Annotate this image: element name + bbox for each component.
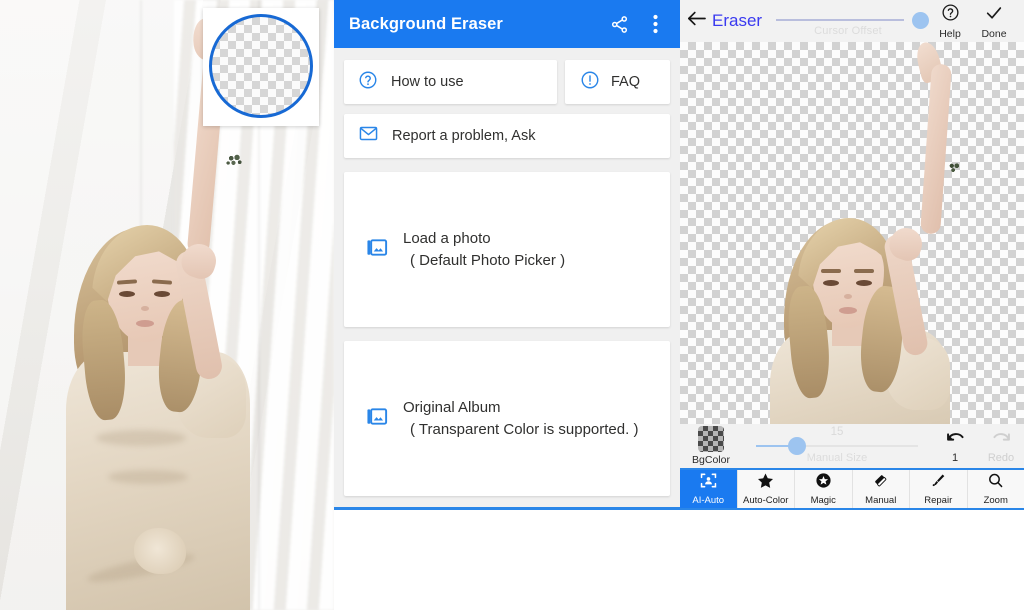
load-photo-title: Load a photo (403, 230, 491, 248)
tab-manual[interactable]: Manual (852, 470, 910, 508)
eye (823, 280, 839, 286)
top-action-row: How to use FAQ (334, 48, 680, 104)
undo-count: 1 (951, 451, 959, 464)
photo-library-icon (366, 236, 389, 264)
lips (839, 307, 857, 314)
star-icon (756, 472, 775, 494)
manual-size-value: 15 (830, 426, 844, 438)
photo-preview-panel[interactable] (0, 0, 334, 610)
cursor-offset-caption: Cursor Offset (814, 25, 882, 37)
report-problem-label: Report a problem, Ask (392, 128, 536, 144)
manual-size-caption: Manual Size (806, 452, 868, 464)
screenshot-root: Background Eraser How to use FAQ Report … (0, 0, 1024, 610)
editor-tab-bar: AI-Auto Auto-Color Magic Manual Repair Z… (680, 468, 1024, 510)
eyebrow (821, 269, 841, 273)
mail-icon (358, 123, 379, 149)
magic-star-circle-icon (814, 472, 833, 494)
eye (119, 291, 135, 297)
manual-size-track-rest (804, 445, 918, 447)
cut-raised-arm (920, 63, 952, 235)
arrow-left-icon (686, 10, 707, 32)
eyebrow (854, 269, 874, 273)
tab-label: Repair (924, 495, 953, 506)
editor-tool-bar: BgColor 15 Manual Size 1 Redo (680, 424, 1024, 468)
app-bar-actions (604, 9, 670, 39)
eye (856, 280, 872, 286)
redo-icon (990, 429, 1013, 451)
fabric-fold (96, 430, 186, 446)
eye (154, 291, 170, 297)
transparent-canvas[interactable] (680, 42, 1024, 424)
tab-ai-auto[interactable]: AI-Auto (680, 470, 738, 508)
done-label: Done (981, 27, 1007, 40)
tab-label: Auto-Color (743, 495, 789, 506)
original-album-title: Original Album (403, 399, 501, 417)
tab-magic[interactable]: Magic (795, 470, 853, 508)
help-label: Help (939, 27, 961, 40)
undo-button[interactable]: 1 (932, 429, 978, 464)
tab-label: Zoom (983, 495, 1008, 506)
app-bar: Background Eraser (334, 0, 680, 48)
more-vert-icon[interactable] (640, 9, 670, 39)
report-problem-button[interactable]: Report a problem, Ask (344, 114, 670, 158)
editor-top-bar: Eraser Cursor Offset Help Done (680, 0, 1024, 42)
help-button[interactable]: Help (928, 3, 972, 40)
original-album-card[interactable]: Original Album ( Transparent Color is su… (344, 341, 670, 496)
eraser-editor-panel: Eraser Cursor Offset Help Done BgColor 1… (680, 0, 1024, 610)
original-album-subtitle: ( Transparent Color is supported. ) (410, 420, 639, 438)
face-focus-icon (699, 472, 718, 494)
nose (844, 294, 852, 299)
app-title: Background Eraser (349, 14, 503, 33)
load-photo-subtitle: ( Default Photo Picker ) (410, 251, 566, 269)
faq-button[interactable]: FAQ (565, 60, 670, 104)
nose (141, 306, 149, 311)
tab-repair[interactable]: Repair (910, 470, 968, 508)
eyebrow (151, 279, 173, 285)
menu-scroll-area: Background Eraser How to use FAQ Report … (334, 0, 680, 509)
editor-title: Eraser (712, 11, 763, 30)
tab-auto-color[interactable]: Auto-Color (737, 470, 795, 508)
back-button[interactable]: Eraser (686, 10, 768, 32)
original-album-text: Original Album ( Transparent Color is su… (403, 397, 638, 440)
bgcolor-button[interactable]: BgColor (680, 426, 742, 466)
magnifier-icon (986, 472, 1005, 494)
cursor-offset-slider[interactable]: Cursor Offset (768, 0, 929, 42)
check-icon (984, 3, 1004, 27)
load-photo-text: Load a photo ( Default Photo Picker ) (403, 228, 565, 271)
tab-label: AI-Auto (692, 495, 725, 506)
bgcolor-label: BgColor (692, 454, 730, 466)
magnifier-circle-preview (209, 14, 313, 118)
fabric-fold (108, 470, 188, 484)
done-button[interactable]: Done (972, 3, 1016, 40)
tab-label: Manual (865, 495, 897, 506)
help-circle-icon (941, 3, 960, 27)
lips (136, 320, 154, 327)
load-photo-card[interactable]: Load a photo ( Default Photo Picker ) (344, 172, 670, 327)
editor-bottom-space (680, 512, 1024, 610)
cursor-offset-track (776, 19, 904, 21)
undo-icon (944, 429, 967, 451)
cut-arm-tattoo (943, 158, 965, 178)
help-circle-icon (358, 70, 378, 95)
faq-label: FAQ (611, 74, 641, 90)
how-to-use-button[interactable]: How to use (344, 60, 557, 104)
share-icon[interactable] (604, 9, 634, 39)
eraser-icon (871, 472, 890, 494)
brush-icon (929, 472, 948, 494)
tab-label: Magic (810, 495, 836, 506)
manual-size-slider[interactable]: 15 Manual Size (742, 424, 932, 468)
arm-tattoo (222, 149, 248, 173)
menu-panel: Background Eraser How to use FAQ Report … (334, 0, 680, 610)
eyebrow (116, 279, 138, 285)
checkerboard-swatch (698, 426, 724, 452)
redo-label: Redo (987, 451, 1015, 464)
menu-bottom-space (334, 510, 680, 610)
dress-knot (134, 528, 186, 574)
tab-zoom[interactable]: Zoom (967, 470, 1024, 508)
redo-button[interactable]: Redo (978, 429, 1024, 464)
how-to-use-label: How to use (391, 74, 464, 90)
exclamation-circle-icon (580, 70, 600, 95)
photo-library-icon (366, 405, 389, 433)
magnifier-overlay (203, 8, 319, 126)
